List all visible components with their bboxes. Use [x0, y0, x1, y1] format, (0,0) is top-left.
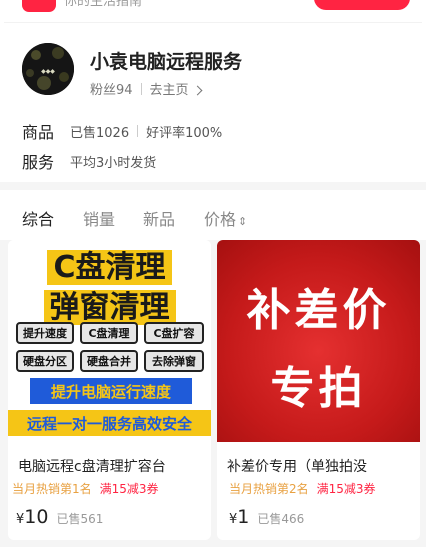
shop-home-label: 去主页: [149, 83, 189, 98]
currency-symbol: ¥: [229, 512, 238, 527]
row-label: 服务: [22, 153, 55, 172]
image-pill: 硬盘分区: [16, 350, 74, 372]
app-logo-icon: [22, 0, 56, 12]
product-image[interactable]: 补差价 专拍: [217, 240, 420, 442]
app-subtitle: 你的生活指南: [64, 0, 143, 9]
image-headline-text: C盘清理: [47, 250, 172, 285]
hot-rank-tag: 当月热销第1名: [12, 482, 92, 496]
image-pill: 硬盘合并: [80, 350, 138, 372]
divider: [140, 82, 142, 95]
image-headline: 补差价: [246, 285, 391, 336]
product-card[interactable]: 补差价 专拍 补差价专用（单独拍没 当月热销第2名 满15减3券 ¥ 1 已售4…: [217, 240, 420, 540]
price-value: 1: [237, 506, 250, 528]
shop-service-row: 服务 平均3小时发货: [22, 149, 156, 173]
sort-updown-icon: ⇕: [238, 215, 248, 228]
divider: [137, 125, 139, 137]
tab-default[interactable]: 综合: [22, 206, 54, 230]
product-title: 补差价专用（单独拍没: [227, 459, 367, 475]
sold-total: 已售1026: [70, 125, 130, 141]
product-price: ¥ 10 已售561: [16, 506, 103, 528]
image-headline: 弹窗清理: [8, 282, 211, 326]
section-gap: [0, 182, 426, 190]
hot-rank-tag: 当月热销第2名: [229, 482, 309, 496]
sort-bar: 综合 销量 新品 价格 ⇕: [0, 190, 426, 240]
positive-rate: 好评率100%: [146, 125, 223, 141]
product-card[interactable]: C盘清理 弹窗清理 提升速度 C盘清理 C盘扩容 硬盘分区 硬盘合并 去除弹窗 …: [8, 240, 211, 540]
shop-avatar[interactable]: ◆◆◆: [22, 43, 74, 95]
price-value: 10: [24, 506, 49, 528]
shop-info-card: ◆◆◆ 小袁电脑远程服务 粉丝94 去主页 商品 已售1026 好评率100% …: [4, 22, 422, 182]
tab-price[interactable]: 价格 ⇕: [204, 206, 247, 230]
chevron-right-icon: [192, 85, 203, 96]
product-tags: 当月热销第2名 满15减3券: [229, 480, 376, 497]
image-pill: C盘扩容: [144, 322, 204, 344]
app-header: 你的生活指南: [0, 0, 426, 22]
product-image[interactable]: C盘清理 弹窗清理 提升速度 C盘清理 C盘扩容 硬盘分区 硬盘合并 去除弹窗 …: [8, 240, 211, 442]
shop-home-link[interactable]: 去主页: [149, 79, 203, 98]
tab-new[interactable]: 新品: [143, 206, 175, 230]
image-pill: 提升速度: [16, 322, 74, 344]
currency-symbol: ¥: [16, 512, 25, 527]
shipping-time: 平均3小时发货: [70, 155, 157, 171]
shop-name: 小袁电脑远程服务: [90, 51, 243, 73]
tab-sales[interactable]: 销量: [83, 206, 115, 230]
product-tags: 当月热销第1名 满15减3券: [12, 480, 159, 497]
tab-price-label: 价格: [204, 210, 237, 229]
image-pill: 去除弹窗: [144, 350, 204, 372]
coupon-tag: 满15减3券: [99, 482, 159, 496]
image-headline: C盘清理: [8, 242, 211, 286]
sold-count: 已售466: [257, 512, 305, 526]
image-pill: C盘清理: [80, 322, 138, 344]
image-banner: 远程一对一服务高效安全: [8, 410, 211, 436]
svg-text:◆◆◆: ◆◆◆: [41, 68, 55, 75]
product-price: ¥ 1 已售466: [229, 506, 304, 528]
shop-goods-row: 商品 已售1026 好评率100%: [22, 119, 222, 143]
shop-meta: 粉丝94 去主页: [90, 79, 203, 98]
image-banner: 提升电脑运行速度: [30, 378, 192, 404]
coupon-tag: 满15减3券: [316, 482, 376, 496]
image-headline: 专拍: [270, 363, 367, 414]
sold-count: 已售561: [56, 512, 104, 526]
product-title: 电脑远程c盘清理扩容台: [18, 459, 166, 475]
image-headline-text: 弹窗清理: [43, 290, 176, 325]
fans-count: 粉丝94: [90, 83, 133, 98]
row-label: 商品: [22, 123, 55, 142]
open-app-button[interactable]: [314, 0, 410, 10]
